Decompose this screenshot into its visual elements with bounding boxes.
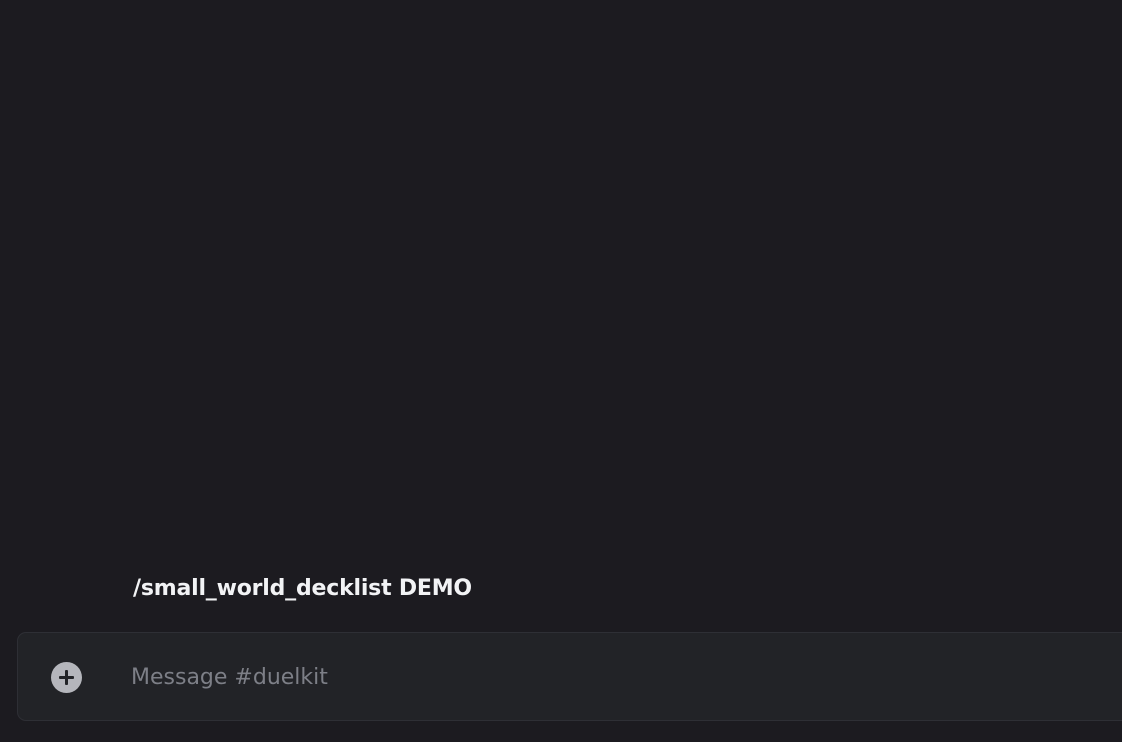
chat-area: /small_world_decklist DEMO: [0, 0, 1122, 742]
message-composer: [17, 632, 1122, 721]
add-attachment-button[interactable]: [51, 662, 82, 693]
message-input[interactable]: [131, 655, 1121, 699]
command-preview: /small_world_decklist DEMO: [133, 576, 472, 601]
plus-circle-icon: [59, 670, 74, 685]
